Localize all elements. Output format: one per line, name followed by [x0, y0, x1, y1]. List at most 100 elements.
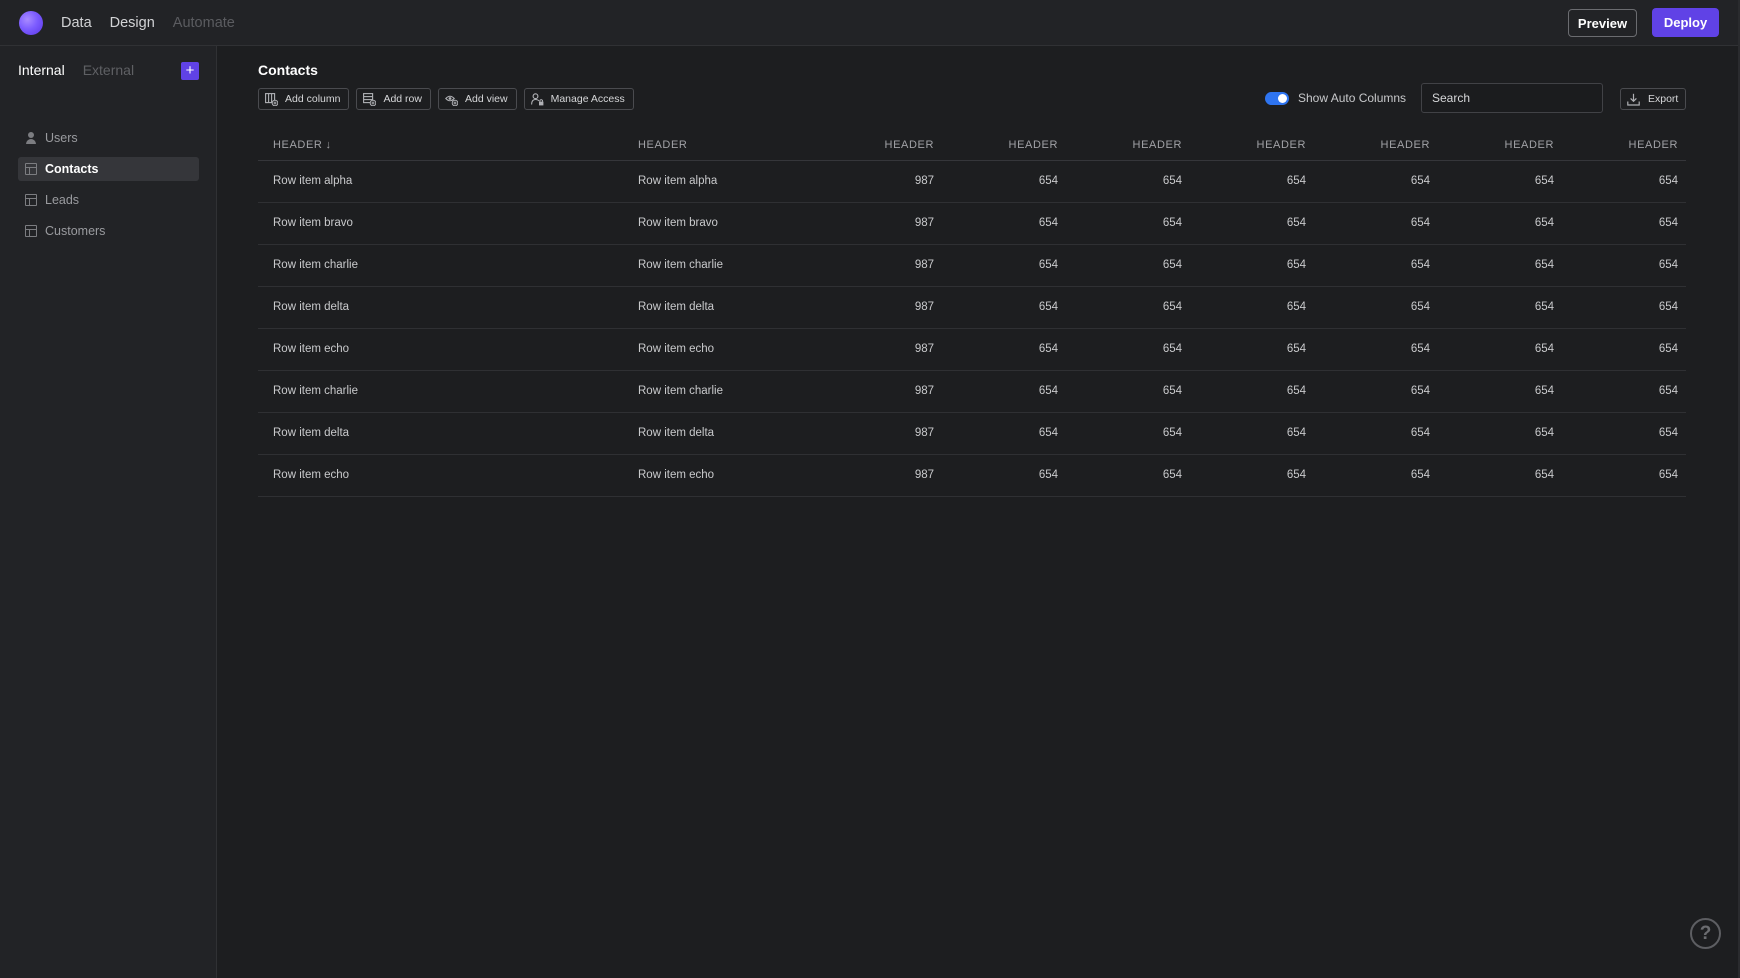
table-cell[interactable]: 987 — [818, 160, 942, 203]
help-button[interactable]: ? — [1690, 918, 1721, 949]
table-cell[interactable]: 654 — [1066, 370, 1190, 413]
table-row[interactable]: Row item delta Row item delta 987 654 654 654… — [258, 412, 1686, 455]
table-row[interactable]: Row item delta Row item delta 987 654 654 654… — [258, 286, 1686, 329]
table-cell[interactable]: Row item echo — [258, 328, 638, 371]
table-cell[interactable]: Row item alpha — [258, 160, 638, 203]
table-cell[interactable]: 654 — [1562, 160, 1686, 203]
table-cell[interactable]: 654 — [1438, 328, 1562, 371]
column-header[interactable]: HEADER — [1562, 130, 1686, 161]
table-cell[interactable]: 987 — [818, 286, 942, 329]
table-cell[interactable]: 654 — [1314, 286, 1438, 329]
table-cell[interactable]: 654 — [942, 412, 1066, 455]
table-cell[interactable]: 654 — [1314, 454, 1438, 497]
table-cell[interactable]: 654 — [1438, 202, 1562, 245]
column-header[interactable]: HEADER — [1314, 130, 1438, 161]
table-cell[interactable]: 654 — [1562, 244, 1686, 287]
table-cell[interactable]: 654 — [1066, 286, 1190, 329]
deploy-button[interactable]: Deploy — [1652, 8, 1719, 37]
table-cell[interactable]: 654 — [942, 454, 1066, 497]
table-cell[interactable]: 654 — [942, 370, 1066, 413]
table-row[interactable]: Row item charlie Row item charlie 987 654 65… — [258, 370, 1686, 413]
table-cell[interactable]: Row item charlie — [258, 370, 638, 413]
sidebar-item-contacts[interactable]: Contacts — [18, 157, 199, 181]
table-cell[interactable]: 654 — [1066, 244, 1190, 287]
column-header[interactable]: HEADER — [818, 130, 942, 161]
table-cell[interactable]: 654 — [1190, 412, 1314, 455]
sidebar-item-leads[interactable]: Leads — [18, 188, 199, 212]
table-cell[interactable]: 987 — [818, 454, 942, 497]
table-cell[interactable]: Row item delta — [258, 412, 638, 455]
table-cell[interactable]: 987 — [818, 244, 942, 287]
table-cell[interactable]: Row item charlie — [638, 244, 818, 287]
nav-design[interactable]: Design — [110, 15, 155, 31]
table-cell[interactable]: 654 — [942, 202, 1066, 245]
table-cell[interactable]: Row item alpha — [638, 160, 818, 203]
table-cell[interactable]: 654 — [1314, 244, 1438, 287]
table-cell[interactable]: 654 — [1562, 328, 1686, 371]
column-header[interactable]: HEADER — [1190, 130, 1314, 161]
table-cell[interactable]: 654 — [1438, 454, 1562, 497]
add-row-button[interactable]: Add row — [356, 88, 431, 110]
table-cell[interactable]: 654 — [942, 160, 1066, 203]
table-cell[interactable]: 654 — [1314, 328, 1438, 371]
table-cell[interactable]: 654 — [1562, 286, 1686, 329]
table-row[interactable]: Row item bravo Row item bravo 987 654 654 654… — [258, 202, 1686, 245]
table-cell[interactable]: 654 — [1438, 370, 1562, 413]
add-column-button[interactable]: Add column — [258, 88, 350, 110]
tab-external[interactable]: External — [83, 62, 134, 78]
table-cell[interactable]: 654 — [1066, 412, 1190, 455]
column-header[interactable]: HEADER — [1438, 130, 1562, 161]
toggle-switch[interactable] — [1265, 91, 1289, 105]
table-cell[interactable]: 654 — [1190, 202, 1314, 245]
add-table-button[interactable]: + — [181, 62, 199, 80]
table-cell[interactable]: Row item echo — [638, 328, 818, 371]
table-cell[interactable]: 654 — [942, 244, 1066, 287]
table-row[interactable]: Row item charlie Row item charlie 987 654 65… — [258, 244, 1686, 287]
table-cell[interactable]: 654 — [1438, 412, 1562, 455]
add-view-button[interactable]: Add view — [437, 88, 517, 110]
table-cell[interactable]: Row item charlie — [638, 370, 818, 413]
table-cell[interactable]: Row item bravo — [638, 202, 818, 245]
sidebar-item-customers[interactable]: Customers — [18, 219, 199, 243]
table-cell[interactable]: 654 — [1066, 454, 1190, 497]
table-cell[interactable]: 654 — [1562, 454, 1686, 497]
table-cell[interactable]: 987 — [818, 412, 942, 455]
table-cell[interactable]: 654 — [1438, 160, 1562, 203]
nav-automate[interactable]: Automate — [173, 15, 235, 31]
table-row[interactable]: Row item alpha Row item alpha 987 654 654 654… — [258, 160, 1686, 203]
table-cell[interactable]: 987 — [818, 328, 942, 371]
table-cell[interactable]: 654 — [1438, 286, 1562, 329]
column-header[interactable]: HEADER — [1066, 130, 1190, 161]
table-cell[interactable]: 654 — [1438, 244, 1562, 287]
table-cell[interactable]: 654 — [1190, 244, 1314, 287]
table-cell[interactable]: 654 — [1314, 202, 1438, 245]
table-cell[interactable]: 654 — [1314, 412, 1438, 455]
table-row[interactable]: Row item echo Row item echo 987 654 654 654 65… — [258, 454, 1686, 497]
column-header[interactable]: HEADER ↓ — [258, 130, 638, 161]
table-cell[interactable]: 654 — [1190, 328, 1314, 371]
table-cell[interactable]: 654 — [1190, 370, 1314, 413]
nav-data[interactable]: Data — [61, 15, 92, 31]
table-cell[interactable]: Row item bravo — [258, 202, 638, 245]
table-cell[interactable]: 654 — [1314, 160, 1438, 203]
table-cell[interactable]: 654 — [1562, 412, 1686, 455]
table-cell[interactable]: Row item echo — [258, 454, 638, 497]
table-cell[interactable]: 654 — [942, 286, 1066, 329]
table-cell[interactable]: Row item delta — [258, 286, 638, 329]
auto-columns-toggle[interactable]: Show Auto Columns — [1265, 91, 1406, 105]
table-cell[interactable]: 654 — [1066, 160, 1190, 203]
column-header[interactable]: HEADER — [638, 130, 818, 161]
table-cell[interactable]: Row item delta — [638, 286, 818, 329]
table-row[interactable]: Row item echo Row item echo 987 654 654 654 65… — [258, 328, 1686, 371]
manage-access-button[interactable]: Manage Access — [523, 88, 634, 110]
table-cell[interactable]: 654 — [1190, 454, 1314, 497]
table-cell[interactable]: 654 — [1314, 370, 1438, 413]
search-input[interactable] — [1421, 83, 1603, 113]
table-cell[interactable]: 654 — [1190, 286, 1314, 329]
export-button[interactable]: Export — [1620, 88, 1686, 110]
table-cell[interactable]: Row item charlie — [258, 244, 638, 287]
table-cell[interactable]: 987 — [818, 202, 942, 245]
tab-internal[interactable]: Internal — [18, 62, 65, 78]
table-cell[interactable]: 654 — [1066, 328, 1190, 371]
table-cell[interactable]: 654 — [942, 328, 1066, 371]
